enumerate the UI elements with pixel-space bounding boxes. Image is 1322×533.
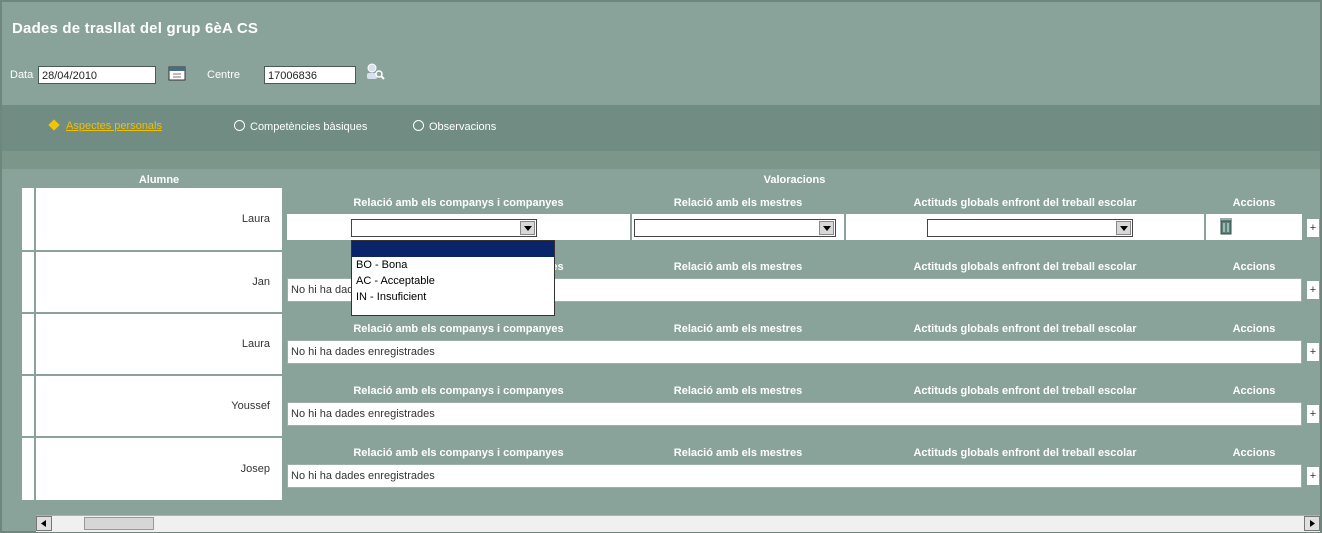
subheader-rel-companys: Relació amb els companys i companyes bbox=[287, 194, 630, 212]
tab-bar: Aspectes personals Competències bàsiques… bbox=[2, 105, 1320, 151]
student-name: Laura bbox=[241, 213, 270, 225]
tab-aspectes-personals[interactable]: Aspectes personals bbox=[48, 119, 162, 132]
subheader-actituds: Actituds globals enfront del treball esc… bbox=[846, 258, 1204, 276]
radio-icon bbox=[413, 120, 424, 131]
tab-competencies-basiques[interactable]: Competències bàsiques bbox=[234, 120, 367, 133]
dropdown-option[interactable]: IN - Insuficient bbox=[352, 289, 554, 305]
student-name: Youssef bbox=[231, 400, 270, 412]
grid-toolbar bbox=[2, 151, 1320, 169]
subheader-actituds: Actituds globals enfront del treball esc… bbox=[846, 382, 1204, 400]
row-indicator bbox=[22, 438, 34, 500]
subheader-rel-mestres: Relació amb els mestres bbox=[632, 444, 844, 462]
student-name: Josep bbox=[240, 463, 270, 475]
student-cell: Laura bbox=[36, 314, 282, 376]
subheader-actituds: Actituds globals enfront del treball esc… bbox=[846, 444, 1204, 462]
add-row-button[interactable]: + bbox=[1306, 404, 1320, 424]
row-indicator bbox=[22, 188, 34, 250]
student-cell: Youssef bbox=[36, 376, 282, 438]
trash-icon[interactable] bbox=[1218, 216, 1234, 236]
student-cell: Laura bbox=[36, 188, 282, 252]
row-indicator bbox=[22, 252, 34, 312]
row-indicator bbox=[22, 376, 34, 436]
window-frame: Dades de trasllat del grup 6èA CS Data 2… bbox=[0, 0, 1322, 533]
subheader-accions: Accions bbox=[1206, 258, 1302, 276]
subheader-accions: Accions bbox=[1206, 194, 1302, 212]
select-actituds[interactable] bbox=[927, 219, 1133, 237]
subheader-actituds: Actituds globals enfront del treball esc… bbox=[846, 194, 1204, 212]
chevron-down-icon[interactable] bbox=[819, 221, 834, 235]
center-field[interactable]: 17006836 bbox=[264, 66, 356, 84]
subheader-rel-companys: Relació amb els companys i companyes bbox=[287, 320, 630, 338]
row-indicator bbox=[22, 314, 34, 374]
subheader-rel-companys: Relació amb els companys i companyes bbox=[287, 382, 630, 400]
scroll-left-button[interactable] bbox=[36, 516, 52, 531]
student-name: Laura bbox=[241, 338, 270, 350]
calendar-icon[interactable] bbox=[167, 64, 187, 82]
subheader-rel-companys: Relació amb els companys i companyes bbox=[287, 444, 630, 462]
horizontal-scrollbar[interactable] bbox=[36, 515, 1320, 532]
center-label: Centre bbox=[207, 69, 241, 81]
tab-observacions[interactable]: Observacions bbox=[413, 120, 496, 133]
add-row-button[interactable]: + bbox=[1306, 466, 1320, 486]
empty-data-row: No hi ha dades enregistrades bbox=[287, 464, 1302, 488]
student-cell: Josep bbox=[36, 438, 282, 502]
add-row-button[interactable]: + bbox=[1306, 280, 1320, 300]
dropdown-option[interactable]: AC - Acceptable bbox=[352, 273, 554, 289]
student-name: Jan bbox=[252, 276, 270, 288]
empty-data-row: No hi ha dades enregistrades bbox=[287, 340, 1302, 364]
student-cell: Jan bbox=[36, 252, 282, 314]
col-header-alumne: Alumne bbox=[36, 172, 282, 188]
dropdown-list[interactable]: BO - Bona AC - Acceptable IN - Insuficie… bbox=[351, 240, 555, 316]
subheader-accions: Accions bbox=[1206, 444, 1302, 462]
subheader-accions: Accions bbox=[1206, 382, 1302, 400]
subheader-rel-mestres: Relació amb els mestres bbox=[632, 382, 844, 400]
col-header-valoracions: Valoracions bbox=[287, 172, 1302, 188]
search-person-icon[interactable] bbox=[364, 62, 385, 80]
chevron-down-icon[interactable] bbox=[1116, 221, 1131, 235]
dropdown-option[interactable]: BO - Bona bbox=[352, 257, 554, 273]
subheader-actituds: Actituds globals enfront del treball esc… bbox=[846, 320, 1204, 338]
scroll-thumb[interactable] bbox=[84, 517, 154, 530]
date-field[interactable]: 28/04/2010 bbox=[38, 66, 156, 84]
add-row-button[interactable]: + bbox=[1306, 342, 1320, 362]
select-rel-companys[interactable] bbox=[351, 219, 537, 237]
subheader-accions: Accions bbox=[1206, 320, 1302, 338]
page-title: Dades de trasllat del grup 6èA CS bbox=[12, 20, 259, 37]
select-rel-mestres[interactable] bbox=[634, 219, 836, 237]
chevron-down-icon[interactable] bbox=[520, 221, 535, 235]
subheader-rel-mestres: Relació amb els mestres bbox=[632, 320, 844, 338]
dropdown-option-empty[interactable] bbox=[352, 241, 554, 257]
radio-icon bbox=[234, 120, 245, 131]
scroll-right-button[interactable] bbox=[1304, 516, 1320, 531]
empty-data-row: No hi ha dades enregistrades bbox=[287, 402, 1302, 426]
add-row-button[interactable]: + bbox=[1306, 218, 1320, 238]
date-label: Data bbox=[10, 69, 34, 81]
active-tab-icon bbox=[48, 119, 60, 131]
subheader-rel-mestres: Relació amb els mestres bbox=[632, 258, 844, 276]
subheader-rel-mestres: Relació amb els mestres bbox=[632, 194, 844, 212]
